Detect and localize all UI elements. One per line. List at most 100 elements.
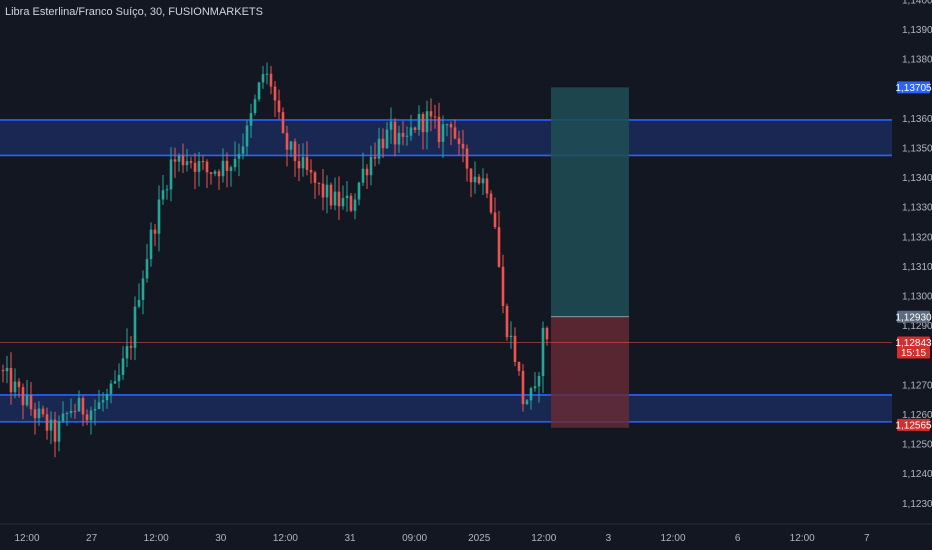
candle-body <box>193 162 197 172</box>
candle-body <box>205 161 209 173</box>
candle-body <box>257 82 261 100</box>
time-tick-label: 12:00 <box>531 533 556 544</box>
candle-body <box>529 388 533 401</box>
candle-body <box>169 159 173 190</box>
candle-body <box>69 410 73 414</box>
candle-body <box>297 160 301 169</box>
time-tick-label: 12:00 <box>660 533 685 544</box>
candle-body <box>49 419 53 431</box>
candle-body <box>453 127 457 139</box>
candle-body <box>133 306 137 348</box>
candle-body <box>377 138 381 159</box>
zone-2-fill <box>0 394 892 422</box>
candle-body <box>81 398 85 415</box>
candle-body <box>293 141 297 161</box>
candle-body <box>501 266 505 307</box>
candle-body <box>353 199 357 211</box>
candle-body <box>185 161 189 166</box>
candle-body <box>361 168 365 183</box>
candle-body <box>213 171 217 174</box>
candle-body <box>221 160 225 177</box>
candle-body <box>341 198 345 207</box>
candle-body <box>437 116 441 142</box>
candle-body <box>65 413 69 415</box>
candle-body <box>93 409 97 411</box>
candle-body <box>197 161 201 172</box>
time-tick-label: 09:00 <box>402 533 427 544</box>
price-tick-label: 1,13500 <box>902 144 932 155</box>
candle-body <box>333 191 337 206</box>
candle-body <box>469 168 473 183</box>
candle-body <box>541 327 545 376</box>
candle-body <box>493 212 497 228</box>
candle-body <box>45 414 49 431</box>
price-tick-label: 1,13400 <box>902 173 932 184</box>
candle-body <box>345 195 349 199</box>
chart-background <box>0 0 932 550</box>
candle-body <box>381 138 385 149</box>
candle-body <box>101 400 105 403</box>
candle-body <box>241 146 245 154</box>
candle-body <box>105 394 109 401</box>
candle-body <box>201 161 205 163</box>
candle-body <box>177 155 181 162</box>
candle-body <box>157 199 161 234</box>
time-tick-label: 7 <box>864 533 870 544</box>
candle-body <box>517 361 521 371</box>
candle-body <box>545 327 549 340</box>
time-tick-label: 12:00 <box>144 533 169 544</box>
candle-body <box>189 161 193 163</box>
candle-body <box>165 189 169 191</box>
candle-body <box>385 129 389 149</box>
candle-body <box>465 148 469 169</box>
candle-body <box>349 195 353 211</box>
candle-body <box>449 124 453 128</box>
time-tick-label: 12:00 <box>790 533 815 544</box>
time-tick-label: 31 <box>344 533 356 544</box>
candle-body <box>509 335 513 338</box>
candle-body <box>41 408 45 415</box>
stop-zone <box>551 316 629 428</box>
candle-body <box>477 176 481 184</box>
candle-body <box>89 410 93 421</box>
zone-1-fill <box>0 119 892 156</box>
time-tick-label: 2025 <box>468 533 491 544</box>
price-tick-label: 1,12700 <box>902 380 932 391</box>
candle-body <box>173 159 177 162</box>
candle-body <box>313 172 317 183</box>
candle-body <box>397 132 401 145</box>
candle-body <box>369 156 373 176</box>
candle-body <box>417 113 421 130</box>
candlestick-chart[interactable]: 1,14000 1,13900 1,13800 1,13600 1,13500 1,134… <box>0 0 932 550</box>
candle-body <box>273 86 277 101</box>
candle-body <box>233 158 237 168</box>
candle-body <box>337 191 341 207</box>
time-tick-label: 30 <box>215 533 227 544</box>
candle-body <box>21 387 25 406</box>
candle-body <box>357 182 361 200</box>
candle-body <box>409 127 413 136</box>
time-tick-label: 27 <box>86 533 98 544</box>
candle-body <box>97 402 101 410</box>
candle-body <box>9 367 13 393</box>
candle-body <box>505 306 509 338</box>
candle-body <box>481 178 485 184</box>
candle-body <box>253 99 257 114</box>
candle-body <box>113 381 117 384</box>
candle-body <box>309 169 313 173</box>
candle-body <box>153 229 157 234</box>
candle-body <box>53 419 57 442</box>
candle-body <box>209 172 213 174</box>
candle-body <box>121 358 125 375</box>
candle-body <box>85 414 89 421</box>
candle-body <box>317 182 321 184</box>
candle-body <box>301 157 305 169</box>
candle-body <box>57 420 61 442</box>
candle-body <box>497 227 501 267</box>
candle-body <box>393 121 397 145</box>
candle-body <box>373 156 377 159</box>
chart-area[interactable]: 1,14000 1,13900 1,13800 1,13600 1,13500 1,134… <box>0 0 932 550</box>
candle-body <box>425 111 429 133</box>
candle-body <box>61 413 65 421</box>
candle-body <box>441 124 445 142</box>
